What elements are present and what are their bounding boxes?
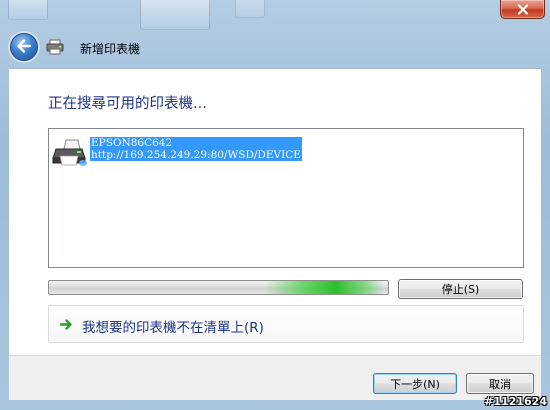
next-button[interactable]: 下一步(N) [373, 373, 457, 394]
window-title: 新增印表機 [80, 42, 141, 56]
printer-address: http://169.254.249.29:80/WSD/DEVICE [91, 149, 301, 161]
background-window-reflection [8, 0, 48, 20]
back-button[interactable] [10, 33, 38, 61]
cancel-button[interactable]: 取消 [466, 373, 534, 394]
printer-not-listed-link[interactable]: 我想要的印表機不在清單上(R) [48, 305, 524, 343]
search-progress-bar [48, 280, 389, 295]
window-frame: 新增印表機 正在搜尋可用的印表機... EPSON86C642 http://1… [0, 0, 550, 410]
printer-icon [52, 137, 88, 167]
printer-list[interactable]: EPSON86C642 http://169.254.249.29:80/WSD… [48, 128, 524, 268]
background-window-reflection [235, 0, 265, 18]
watermark: #1121624 [484, 395, 547, 408]
progress-glow [264, 281, 384, 294]
wizard-button-bar: 下一步(N) 取消 [9, 355, 541, 400]
background-window-reflection [140, 0, 210, 30]
list-item[interactable]: EPSON86C642 http://169.254.249.29:80/WSD… [52, 137, 302, 167]
page-heading: 正在搜尋可用的印表機... [48, 96, 207, 112]
wizard-content: 正在搜尋可用的印表機... EPSON86C642 http://169.254 [9, 68, 541, 355]
green-arrow-icon [59, 318, 73, 331]
printer-name: EPSON86C642 [91, 137, 173, 149]
stop-button[interactable]: 停止(S) [398, 279, 523, 299]
wizard-header: 新增印表機 [0, 30, 550, 64]
close-icon [517, 3, 529, 15]
close-button[interactable] [500, 0, 545, 19]
printer-entry-text[interactable]: EPSON86C642 http://169.254.249.29:80/WSD… [90, 137, 302, 161]
back-arrow-icon [16, 38, 32, 56]
printer-icon [46, 39, 64, 55]
printer-not-listed-text[interactable]: 我想要的印表機不在清單上(R) [82, 316, 264, 336]
